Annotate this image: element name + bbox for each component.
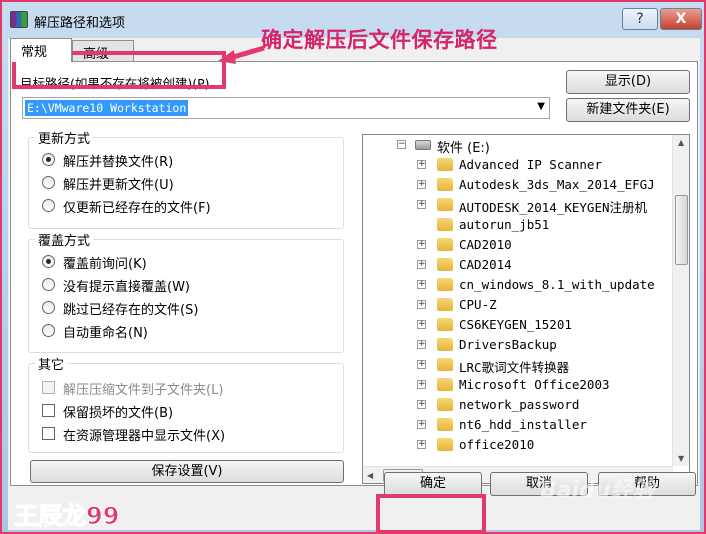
author-watermark: 王辰龙99 xyxy=(13,502,120,531)
expand-icon[interactable]: + xyxy=(417,400,426,409)
folder-icon xyxy=(437,218,453,231)
expand-icon[interactable]: + xyxy=(417,340,426,349)
tree-item-label: CPU-Z xyxy=(459,297,497,312)
expand-icon[interactable]: + xyxy=(417,200,426,209)
folder-icon xyxy=(437,238,453,251)
tree-item-label: nt6_hdd_installer xyxy=(459,417,587,432)
folder-icon xyxy=(437,318,453,331)
help-button[interactable]: ? xyxy=(622,8,658,30)
scroll-down-icon[interactable]: ▼ xyxy=(678,454,684,463)
tree-item-label: CAD2014 xyxy=(459,257,512,272)
tree-item-label: Advanced IP Scanner xyxy=(459,157,602,172)
scroll-left-icon[interactable]: ◀ xyxy=(367,471,373,480)
baidu-watermark: Baidu经验 xyxy=(540,478,655,503)
tree-item-label: CAD2010 xyxy=(459,237,512,252)
collapse-icon[interactable]: − xyxy=(397,140,406,149)
expand-icon[interactable]: + xyxy=(417,240,426,249)
expand-icon[interactable]: + xyxy=(417,360,426,369)
tree-item-label: network_password xyxy=(459,397,580,412)
overwrite-mode-group: 覆盖方式 覆盖前询问(K) 没有提示直接覆盖(W) 跳过已经存在的文件(S) 自… xyxy=(28,230,344,353)
expand-icon[interactable]: + xyxy=(417,160,426,169)
radio-icon[interactable] xyxy=(42,153,55,166)
update-mode-title: 更新方式 xyxy=(35,128,94,147)
tree-item-label: LRC歌词文件转换器 xyxy=(459,360,570,375)
tree-item-label: office2010 xyxy=(459,437,535,452)
tree-item-label: cn_windows_8.1_with_update xyxy=(459,277,655,292)
folder-icon xyxy=(437,178,453,191)
tree-item-label: Microsoft Office2003 xyxy=(459,377,610,392)
folder-icon xyxy=(437,378,453,391)
tree-item-label: Autodesk_3ds_Max_2014_EFGJ xyxy=(459,177,655,192)
scroll-up-icon[interactable]: ▲ xyxy=(678,138,684,147)
radio-icon[interactable] xyxy=(42,255,55,268)
expand-icon[interactable]: + xyxy=(417,420,426,429)
tree-item-label: CS6KEYGEN_15201 xyxy=(459,317,572,332)
tree-item-label: autorun_jb51 xyxy=(459,217,550,232)
destination-path-combobox[interactable]: E:\VMware10 Workstation ▼ xyxy=(22,97,550,119)
radio-icon[interactable] xyxy=(42,301,55,314)
ok-highlight-box xyxy=(376,494,486,534)
folder-icon xyxy=(437,198,453,211)
annotation-arrow-icon xyxy=(218,45,265,64)
tab-general[interactable]: 常规 xyxy=(10,38,72,62)
overwrite-mode-title: 覆盖方式 xyxy=(35,230,94,249)
annotation-text: 确定解压后文件保存路径 xyxy=(261,28,498,52)
misc-group: 其它 解压压缩文件到子文件夹(L) 保留损坏的文件(B) 在资源管理器中显示文件… xyxy=(28,354,344,453)
dialog-body: 常规 高级 目标路径(如果不存在将被创建)(P) E:\VMware10 Wor… xyxy=(8,38,700,530)
destination-path-value[interactable]: E:\VMware10 Workstation xyxy=(25,100,189,116)
drive-icon xyxy=(415,140,431,150)
folder-icon xyxy=(437,158,453,171)
winrar-icon xyxy=(10,11,28,28)
radio-icon[interactable] xyxy=(42,199,55,212)
save-settings-button[interactable]: 保存设置(V) xyxy=(30,460,344,483)
close-button[interactable]: X xyxy=(660,8,702,30)
expand-icon[interactable]: + xyxy=(417,260,426,269)
radio-icon[interactable] xyxy=(42,324,55,337)
chevron-down-icon[interactable]: ▼ xyxy=(537,101,545,112)
folder-icon xyxy=(437,438,453,451)
expand-icon[interactable]: + xyxy=(417,320,426,329)
folder-icon xyxy=(437,418,453,431)
checkbox-icon[interactable] xyxy=(42,404,55,417)
tree-item-label: AUTODESK_2014_KEYGEN注册机 xyxy=(459,200,648,215)
vertical-scroll-thumb[interactable] xyxy=(675,195,688,265)
window-title: 解压路径和选项 xyxy=(34,16,126,31)
vertical-scrollbar[interactable]: ▲ ▼ xyxy=(672,135,689,466)
expand-icon[interactable]: + xyxy=(417,440,426,449)
new-folder-button[interactable]: 新建文件夹(E) xyxy=(566,98,690,122)
folder-icon xyxy=(437,278,453,291)
show-button[interactable]: 显示(D) xyxy=(566,70,690,94)
folder-tree[interactable]: − 软件 (E:) + Advanced IP Scanner + Autodesk_… xyxy=(362,134,690,484)
expand-icon[interactable]: + xyxy=(417,380,426,389)
checkbox-icon[interactable] xyxy=(42,427,55,440)
folder-icon xyxy=(437,338,453,351)
tree-item-label: DriversBackup xyxy=(459,337,557,352)
radio-icon[interactable] xyxy=(42,176,55,189)
folder-icon xyxy=(437,358,453,371)
expand-icon[interactable]: + xyxy=(417,300,426,309)
folder-icon xyxy=(437,398,453,411)
folder-icon xyxy=(437,298,453,311)
ok-button[interactable]: 确定 xyxy=(384,472,482,496)
checkbox-icon xyxy=(42,381,55,394)
update-mode-group: 更新方式 解压并替换文件(R) 解压并更新文件(U) 仅更新已经存在的文件(F) xyxy=(28,128,344,229)
expand-icon[interactable]: + xyxy=(417,280,426,289)
misc-title: 其它 xyxy=(35,354,68,373)
radio-icon[interactable] xyxy=(42,278,55,291)
folder-icon xyxy=(437,258,453,271)
expand-icon[interactable]: + xyxy=(417,180,426,189)
